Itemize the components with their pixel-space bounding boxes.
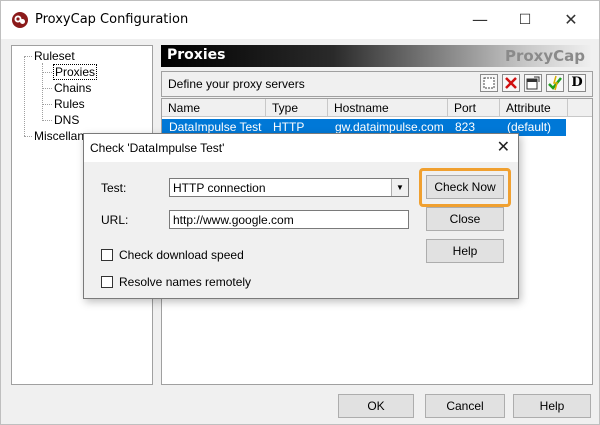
tree-item-rules[interactable]: Rules xyxy=(54,97,85,111)
help-button[interactable]: Help xyxy=(513,394,591,418)
resolve-names-remotely-checkbox[interactable] xyxy=(101,276,113,288)
proxies-toolbar: Define your proxy servers D xyxy=(161,71,593,97)
default-proxy-icon[interactable]: D xyxy=(568,74,586,92)
resolve-names-remotely-label[interactable]: Resolve names remotely xyxy=(119,275,251,289)
properties-icon[interactable] xyxy=(524,74,542,92)
url-label: URL: xyxy=(101,213,129,227)
url-field[interactable]: http://www.google.com xyxy=(169,210,409,229)
tree-item-chains[interactable]: Chains xyxy=(54,81,91,95)
tree-item-ruleset[interactable]: Ruleset xyxy=(34,49,75,63)
pane-title: Proxies xyxy=(167,47,226,63)
check-proxy-dialog: Check 'DataImpulse Test' ✕ Test: HTTP co… xyxy=(83,133,519,299)
maximize-button[interactable]: ☐ xyxy=(511,7,539,33)
pane-header: Proxies ProxyCap xyxy=(161,45,591,67)
minimize-button[interactable]: — xyxy=(466,7,494,33)
test-type-select[interactable]: HTTP connection ▼ xyxy=(169,178,409,197)
chevron-down-icon[interactable]: ▼ xyxy=(391,179,408,196)
proxycap-app-icon xyxy=(11,11,29,29)
column-header-name[interactable]: Name xyxy=(162,99,266,117)
ok-button[interactable]: OK xyxy=(338,394,414,418)
dialog-title: Check 'DataImpulse Test' xyxy=(90,141,225,155)
window-title: ProxyCap Configuration xyxy=(35,12,189,27)
column-header-port[interactable]: Port xyxy=(448,99,500,117)
new-proxy-icon[interactable] xyxy=(480,74,498,92)
cancel-button[interactable]: Cancel xyxy=(425,394,505,418)
test-label: Test: xyxy=(101,181,127,195)
dialog-close-icon[interactable]: ✕ xyxy=(497,137,510,156)
delete-icon[interactable] xyxy=(502,74,520,92)
tree-item-dns[interactable]: DNS xyxy=(54,113,79,127)
check-download-speed-checkbox[interactable] xyxy=(101,249,113,261)
column-header-attribute[interactable]: Attribute xyxy=(500,99,568,117)
column-header-type[interactable]: Type xyxy=(266,99,328,117)
dialog-title-bar: Check 'DataImpulse Test' ✕ xyxy=(84,134,518,162)
check-proxy-icon[interactable] xyxy=(546,74,564,92)
title-bar: ProxyCap Configuration — ☐ ✕ xyxy=(1,1,599,39)
column-header-hostname[interactable]: Hostname xyxy=(328,99,448,117)
dialog-close-button[interactable]: Close xyxy=(426,207,504,231)
close-button[interactable]: ✕ xyxy=(557,7,585,33)
check-download-speed-label[interactable]: Check download speed xyxy=(119,248,244,262)
check-now-button[interactable]: Check Now xyxy=(426,175,504,199)
toolbar-label: Define your proxy servers xyxy=(168,77,305,91)
brand-logo-text: ProxyCap xyxy=(504,47,585,65)
tree-item-proxies[interactable]: Proxies xyxy=(53,64,98,80)
dialog-help-button[interactable]: Help xyxy=(426,239,504,263)
